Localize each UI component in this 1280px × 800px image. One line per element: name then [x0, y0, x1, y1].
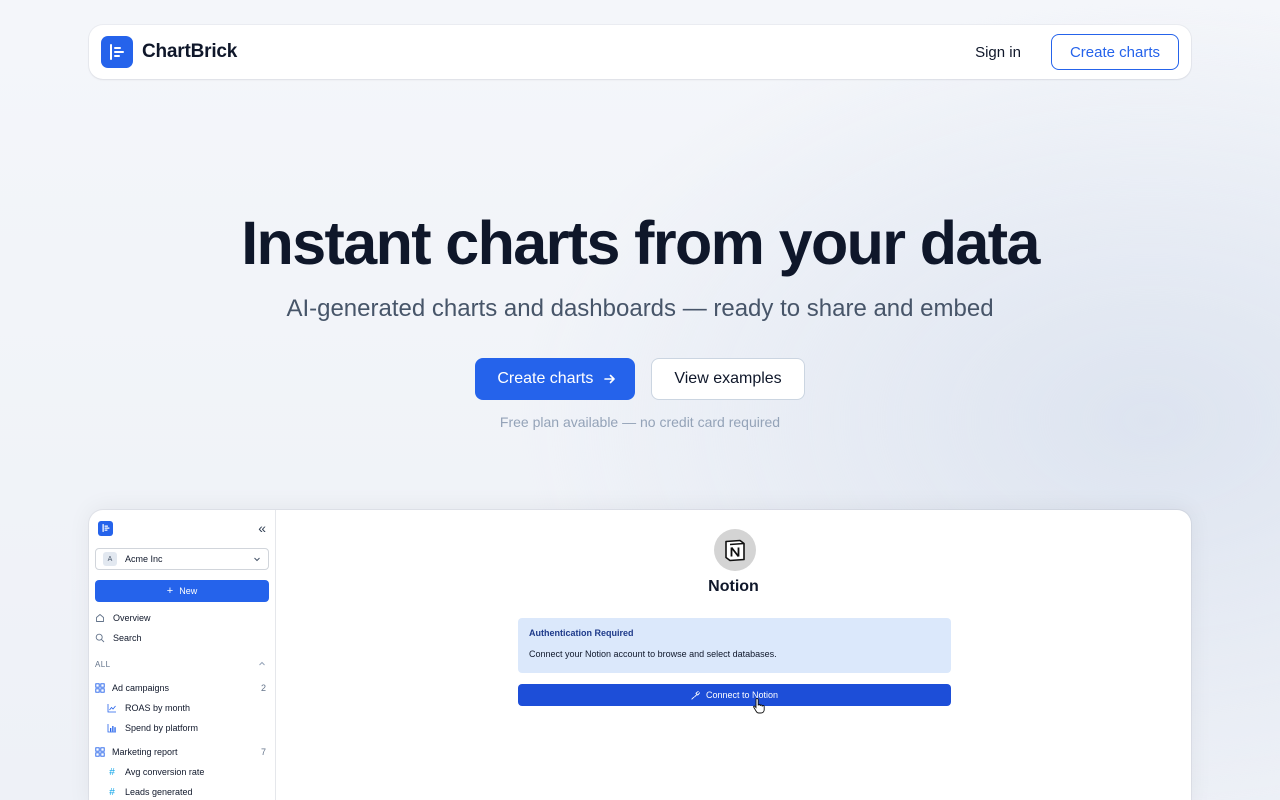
group-count: 7	[260, 747, 266, 757]
sidebar-item-label: Spend by platform	[125, 723, 199, 733]
integration-title: Notion	[708, 578, 759, 595]
chevron-up-icon	[259, 661, 265, 666]
sidebar-group-marketing-report[interactable]: Marketing report 7	[95, 742, 269, 762]
workspace-avatar: A	[103, 552, 117, 566]
top-navbar: ChartBrick Sign in Create charts	[89, 25, 1191, 79]
view-examples-button[interactable]: View examples	[651, 358, 805, 400]
hero-create-charts-button[interactable]: Create charts	[475, 358, 636, 400]
hero-title: Instant charts from your data	[241, 209, 1040, 277]
sidebar-item-roas-by-month[interactable]: ROAS by month	[95, 698, 269, 718]
hero-note: Free plan available — no credit card req…	[499, 414, 781, 430]
connect-button-label: Connect to Notion	[705, 690, 779, 700]
sidebar-item-overview[interactable]: Overview	[95, 608, 269, 628]
group-label: Marketing report	[112, 747, 178, 757]
hash-icon: #	[109, 786, 115, 798]
bar-chart-icon	[107, 724, 116, 733]
sidebar-item-avg-conversion-rate[interactable]: # Avg conversion rate	[95, 762, 269, 782]
hero-subtitle: AI-generated charts and dashboards — rea…	[286, 295, 994, 322]
sidebar-group-ad-campaigns[interactable]: Ad campaigns 2	[95, 678, 269, 698]
sidebar-item-label: Avg conversion rate	[125, 767, 205, 777]
sign-in-link[interactable]: Sign in	[975, 44, 1021, 61]
plug-icon	[691, 690, 700, 700]
pointer-cursor-icon	[753, 698, 765, 714]
brand-logo-icon[interactable]	[101, 36, 133, 68]
sidebar-item-label: Leads generated	[125, 787, 193, 797]
hero-create-charts-label: Create charts	[497, 370, 594, 387]
collapse-sidebar-icon[interactable]: «	[258, 521, 266, 535]
dashboard-icon	[95, 747, 105, 757]
group-count: 2	[260, 683, 266, 693]
line-chart-icon	[107, 704, 116, 713]
brand-name[interactable]: ChartBrick	[142, 41, 237, 63]
section-label: ALL	[95, 659, 111, 669]
auth-description: Connect your Notion account to browse an…	[529, 649, 777, 659]
sidebar-item-spend-by-platform[interactable]: Spend by platform	[95, 718, 269, 738]
preview-main-pane: Notion Authentication Required Connect y…	[276, 510, 1191, 800]
new-button[interactable]: + New	[95, 580, 269, 602]
auth-title: Authentication Required	[529, 628, 634, 638]
arrow-right-icon	[604, 374, 616, 384]
workspace-name: Acme Inc	[125, 554, 163, 564]
nav-create-charts-button[interactable]: Create charts	[1050, 34, 1179, 70]
dashboard-icon	[95, 683, 105, 693]
sidebar-logo-icon[interactable]	[98, 520, 113, 536]
hero-buttons: Create charts View examples	[0, 358, 1280, 400]
sidebar-item-label: Overview	[113, 613, 151, 623]
connect-to-notion-button[interactable]: Connect to Notion	[518, 684, 951, 706]
sidebar-item-leads-generated[interactable]: # Leads generated	[95, 782, 269, 800]
sidebar-item-label: Search	[113, 633, 142, 643]
chevron-down-icon	[254, 557, 260, 562]
workspace-selector[interactable]: A Acme Inc	[95, 548, 269, 570]
preview-sidebar: « A Acme Inc + New Overview Search ALL A…	[89, 510, 276, 800]
auth-required-notice: Authentication Required Connect your Not…	[518, 618, 951, 673]
app-preview: « A Acme Inc + New Overview Search ALL A…	[89, 510, 1191, 800]
plus-icon: +	[166, 584, 174, 597]
group-label: Ad campaigns	[112, 683, 170, 693]
sidebar-header: «	[95, 520, 269, 536]
search-icon	[95, 633, 105, 643]
new-button-label: New	[179, 586, 198, 596]
notion-logo-icon	[714, 529, 756, 571]
sidebar-section-all[interactable]: ALL	[95, 654, 269, 674]
hash-icon: #	[109, 766, 115, 778]
sidebar-item-label: ROAS by month	[125, 703, 191, 713]
sidebar-item-search[interactable]: Search	[95, 628, 269, 648]
home-icon	[96, 614, 104, 622]
